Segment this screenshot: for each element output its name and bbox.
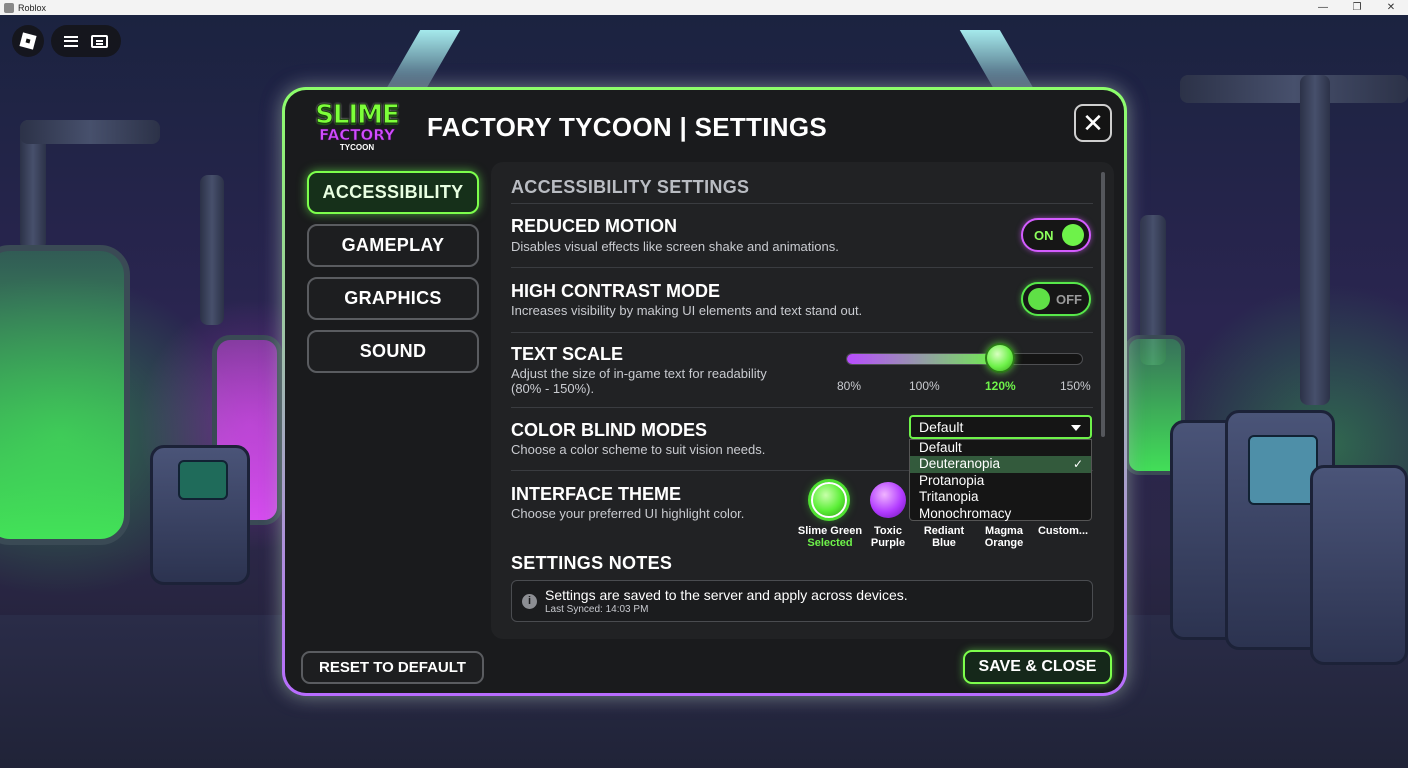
theme-name: Rediant bbox=[923, 525, 965, 537]
setting-description: Choose a color scheme to suit vision nee… bbox=[511, 442, 766, 457]
dropdown-option-label: Deuteranopia bbox=[919, 456, 1001, 472]
tab-sound[interactable]: SOUND bbox=[307, 330, 479, 373]
setting-title: COLOR BLIND MODES bbox=[511, 420, 707, 440]
color-blind-dropdown[interactable]: Default bbox=[909, 415, 1092, 439]
settings-notes-box: i Settings are saved to the server and a… bbox=[511, 580, 1093, 622]
close-button[interactable]: ✕ bbox=[1074, 104, 1112, 142]
pipe bbox=[1180, 75, 1408, 103]
theme-label-custom[interactable]: Custom... bbox=[1033, 525, 1093, 537]
chevron-down-icon bbox=[1071, 425, 1081, 431]
pipe bbox=[200, 175, 224, 325]
slider-tick-label: 80% bbox=[837, 379, 862, 393]
reduced-motion-toggle[interactable]: ON bbox=[1021, 218, 1091, 252]
hamburger-menu-icon[interactable] bbox=[63, 35, 78, 47]
divider bbox=[511, 203, 1093, 204]
content-scrollbar[interactable] bbox=[1101, 172, 1105, 437]
pipe bbox=[20, 120, 160, 144]
theme-label-toxic-purple[interactable]: Toxic Purple bbox=[863, 525, 913, 549]
text-scale-slider-handle[interactable] bbox=[985, 343, 1016, 373]
setting-description: Adjust the size of in-game text for read… bbox=[511, 366, 767, 381]
window-titlebar: Roblox — ❐ ✕ bbox=[0, 0, 1408, 15]
notes-main-text: Settings are saved to the server and app… bbox=[545, 587, 908, 603]
setting-title: TEXT SCALE bbox=[511, 344, 624, 364]
theme-label-rediant-blue[interactable]: Rediant Blue bbox=[919, 525, 969, 549]
maximize-button[interactable]: ❐ bbox=[1340, 0, 1374, 15]
machine-screen bbox=[178, 460, 228, 500]
dropdown-option-protanopia[interactable]: Protanopia bbox=[910, 473, 1091, 489]
section-heading-accessibility: ACCESSIBILITY SETTINGS bbox=[511, 177, 750, 197]
logo-line-factory: FACTORY bbox=[319, 126, 395, 144]
slider-tick-label-selected: 120% bbox=[985, 379, 1016, 393]
theme-swatch-toxic-purple[interactable] bbox=[870, 482, 906, 518]
toggle-knob bbox=[1028, 288, 1050, 310]
info-icon: i bbox=[522, 594, 537, 609]
roblox-app-icon bbox=[4, 2, 14, 13]
game-logo: SLIME FACTORY TYCOON bbox=[307, 102, 407, 158]
high-contrast-toggle[interactable]: OFF bbox=[1021, 282, 1091, 316]
dropdown-option-default[interactable]: Default bbox=[910, 440, 1091, 456]
logo-line-tycoon: TYCOON bbox=[339, 143, 375, 152]
save-and-close-button[interactable]: SAVE & CLOSE bbox=[963, 650, 1112, 684]
toggle-state-label: ON bbox=[1034, 227, 1054, 243]
setting-description: Disables visual effects like screen shak… bbox=[511, 239, 839, 254]
close-icon: ✕ bbox=[1082, 108, 1104, 138]
dropdown-option-deuteranopia[interactable]: Deuteranopia ✓ bbox=[910, 456, 1091, 473]
tab-gameplay[interactable]: GAMEPLAY bbox=[307, 224, 479, 267]
theme-name-line2: Purple bbox=[870, 537, 906, 549]
green-slime-tank bbox=[0, 245, 130, 545]
window-title: Roblox bbox=[18, 2, 47, 13]
setting-description: Choose your preferred UI highlight color… bbox=[511, 506, 745, 521]
roblox-logo-icon bbox=[19, 32, 37, 50]
roblox-topbar-group bbox=[51, 25, 121, 57]
theme-name: Toxic bbox=[874, 525, 902, 537]
toggle-knob bbox=[1061, 224, 1084, 246]
theme-name: Custom... bbox=[1037, 525, 1089, 537]
theme-swatch-slime-green[interactable] bbox=[811, 482, 847, 518]
text-scale-slider-fill bbox=[847, 354, 1002, 364]
slider-tick-label: 150% bbox=[1060, 379, 1091, 393]
tab-accessibility[interactable]: ACCESSIBILITY bbox=[307, 171, 479, 214]
setting-high-contrast: HIGH CONTRAST MODE Increases visibility … bbox=[511, 269, 1093, 333]
window-close-button[interactable]: ✕ bbox=[1374, 0, 1408, 15]
slider-tick-label: 100% bbox=[909, 379, 940, 393]
toggle-state-label: OFF bbox=[1056, 291, 1082, 307]
tab-graphics[interactable]: GRAPHICS bbox=[307, 277, 479, 320]
theme-name: Magma bbox=[985, 525, 1023, 537]
chat-icon[interactable] bbox=[91, 34, 109, 48]
theme-label-slime-green: Slime Green Selected bbox=[794, 525, 866, 549]
theme-name-line2: Orange bbox=[984, 537, 1024, 549]
theme-name: Slime Green bbox=[797, 525, 863, 537]
dropdown-option-tritanopia[interactable]: Tritanopia bbox=[910, 489, 1091, 505]
check-icon: ✓ bbox=[1072, 457, 1083, 472]
setting-description-line2: (80% - 150%). bbox=[511, 381, 595, 396]
machine-screen bbox=[1248, 435, 1318, 505]
factory-machine bbox=[1310, 465, 1408, 665]
settings-content: ACCESSIBILITY SETTINGS REDUCED MOTION Di… bbox=[491, 162, 1114, 639]
setting-reduced-motion: REDUCED MOTION Disables visual effects l… bbox=[511, 207, 1093, 268]
setting-title: REDUCED MOTION bbox=[511, 216, 677, 236]
last-synced-text: Last Synced: 14:03 PM bbox=[545, 604, 649, 615]
setting-title: HIGH CONTRAST MODE bbox=[511, 281, 720, 301]
logo-line-slime: SLIME bbox=[315, 100, 401, 130]
section-heading-settings-notes: SETTINGS NOTES bbox=[511, 553, 673, 573]
reset-to-default-button[interactable]: RESET TO DEFAULT bbox=[301, 651, 484, 684]
color-blind-dropdown-list: Default Deuteranopia ✓ Protanopia Tritan… bbox=[909, 439, 1092, 521]
theme-name-line2: Blue bbox=[932, 537, 956, 549]
theme-selected-label: Selected bbox=[807, 537, 853, 549]
theme-label-magma-orange[interactable]: Magma Orange bbox=[976, 525, 1032, 549]
dropdown-option-monochromacy[interactable]: Monochromacy bbox=[910, 506, 1091, 522]
minimize-button[interactable]: — bbox=[1306, 0, 1340, 15]
text-scale-slider-track[interactable] bbox=[846, 353, 1083, 365]
setting-description: Increases visibility by making UI elemen… bbox=[511, 303, 863, 318]
pipe bbox=[1300, 75, 1330, 405]
dropdown-selected-value: Default bbox=[919, 419, 964, 435]
setting-title: INTERFACE THEME bbox=[511, 484, 682, 504]
page-title: FACTORY TYCOON | SETTINGS bbox=[427, 112, 828, 142]
roblox-menu-button[interactable] bbox=[12, 25, 44, 57]
settings-panel: SLIME FACTORY TYCOON FACTORY TYCOON | SE… bbox=[282, 87, 1127, 696]
